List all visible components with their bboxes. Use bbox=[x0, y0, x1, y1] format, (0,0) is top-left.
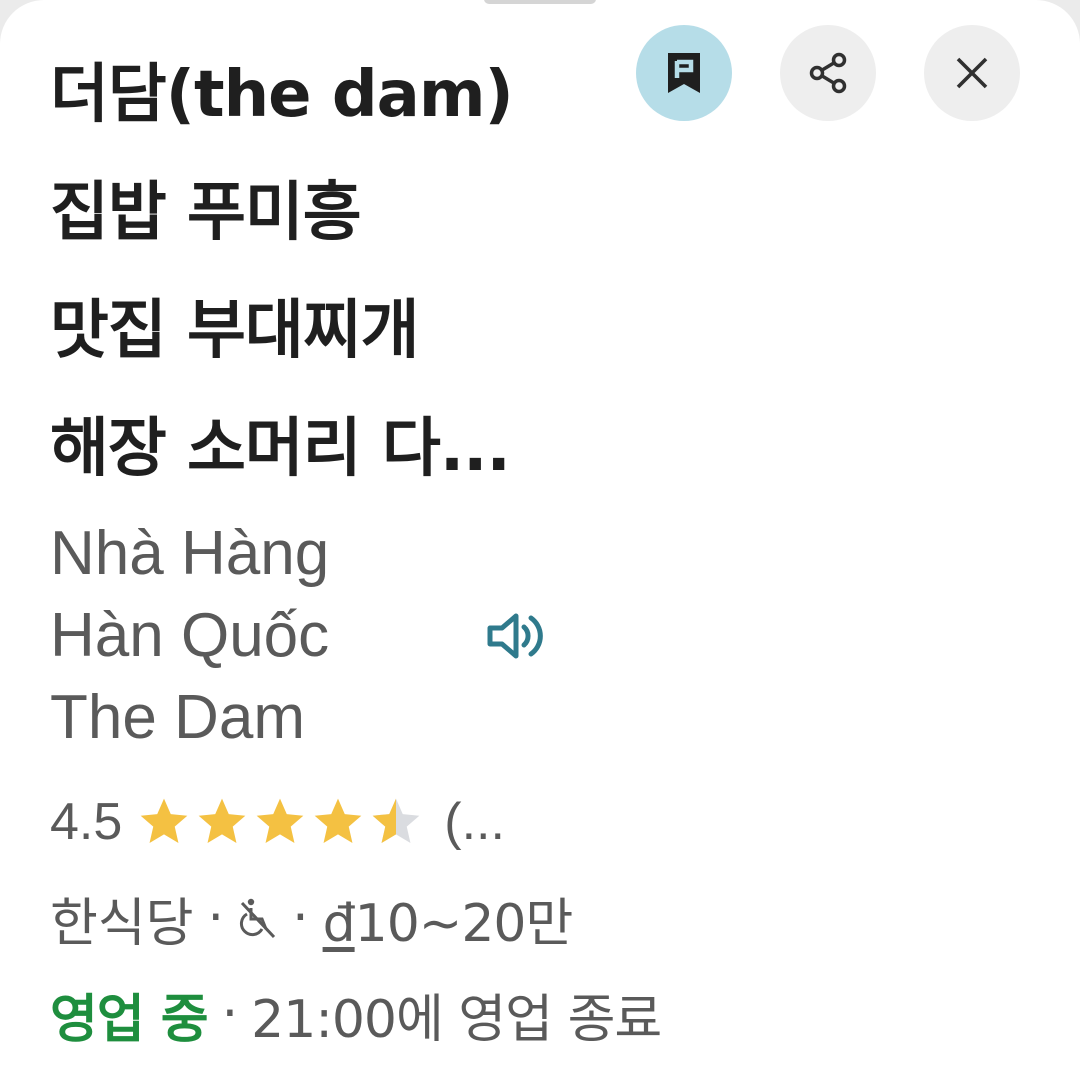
category-label: 한식당 bbox=[50, 893, 194, 954]
separator-dot: · bbox=[221, 984, 239, 1044]
place-sheet: 더담(the dam) 집밥 푸미흥 맛집 부대찌개 해장 소머리 다... N… bbox=[0, 0, 1080, 1065]
hours-row[interactable]: 영업 중 · 21:00에 영업 종료 bbox=[50, 972, 662, 1056]
share-icon bbox=[809, 52, 847, 94]
half-star-icon bbox=[372, 798, 420, 843]
separator-dot: · bbox=[207, 888, 225, 948]
open-status: 영업 중 bbox=[50, 989, 209, 1050]
star-icon bbox=[256, 798, 304, 843]
bookmark-flag-icon bbox=[668, 53, 700, 93]
star-icon bbox=[314, 798, 362, 843]
drag-handle[interactable] bbox=[484, 0, 596, 4]
speaker-icon[interactable] bbox=[486, 608, 546, 664]
rating-row[interactable]: 4.5 (... bbox=[50, 782, 505, 862]
close-button[interactable] bbox=[924, 25, 1020, 121]
meta-row: 한식당 · · đ10~20만 bbox=[50, 878, 574, 958]
currency-symbol: đ bbox=[322, 893, 356, 954]
review-count: (... bbox=[444, 793, 505, 851]
separator-dot: · bbox=[292, 888, 309, 948]
translated-name: Nhà Hàng Hàn Quốc The Dam bbox=[50, 519, 330, 752]
wheelchair-not-accessible-icon bbox=[240, 898, 276, 939]
rating-value: 4.5 bbox=[50, 793, 123, 851]
close-icon bbox=[956, 57, 988, 89]
price-range-value: 10~20만 bbox=[354, 893, 574, 954]
rating-stars bbox=[136, 794, 426, 850]
star-icon bbox=[140, 798, 188, 843]
closing-time: 21:00에 영업 종료 bbox=[251, 989, 662, 1050]
star-icon bbox=[198, 798, 246, 843]
place-title: 더담(the dam) 집밥 푸미흥 맛집 부대찌개 해장 소머리 다... bbox=[50, 58, 514, 486]
share-button[interactable] bbox=[780, 25, 876, 121]
price-range: đ10~20만 bbox=[322, 881, 574, 956]
save-button[interactable] bbox=[636, 25, 732, 121]
